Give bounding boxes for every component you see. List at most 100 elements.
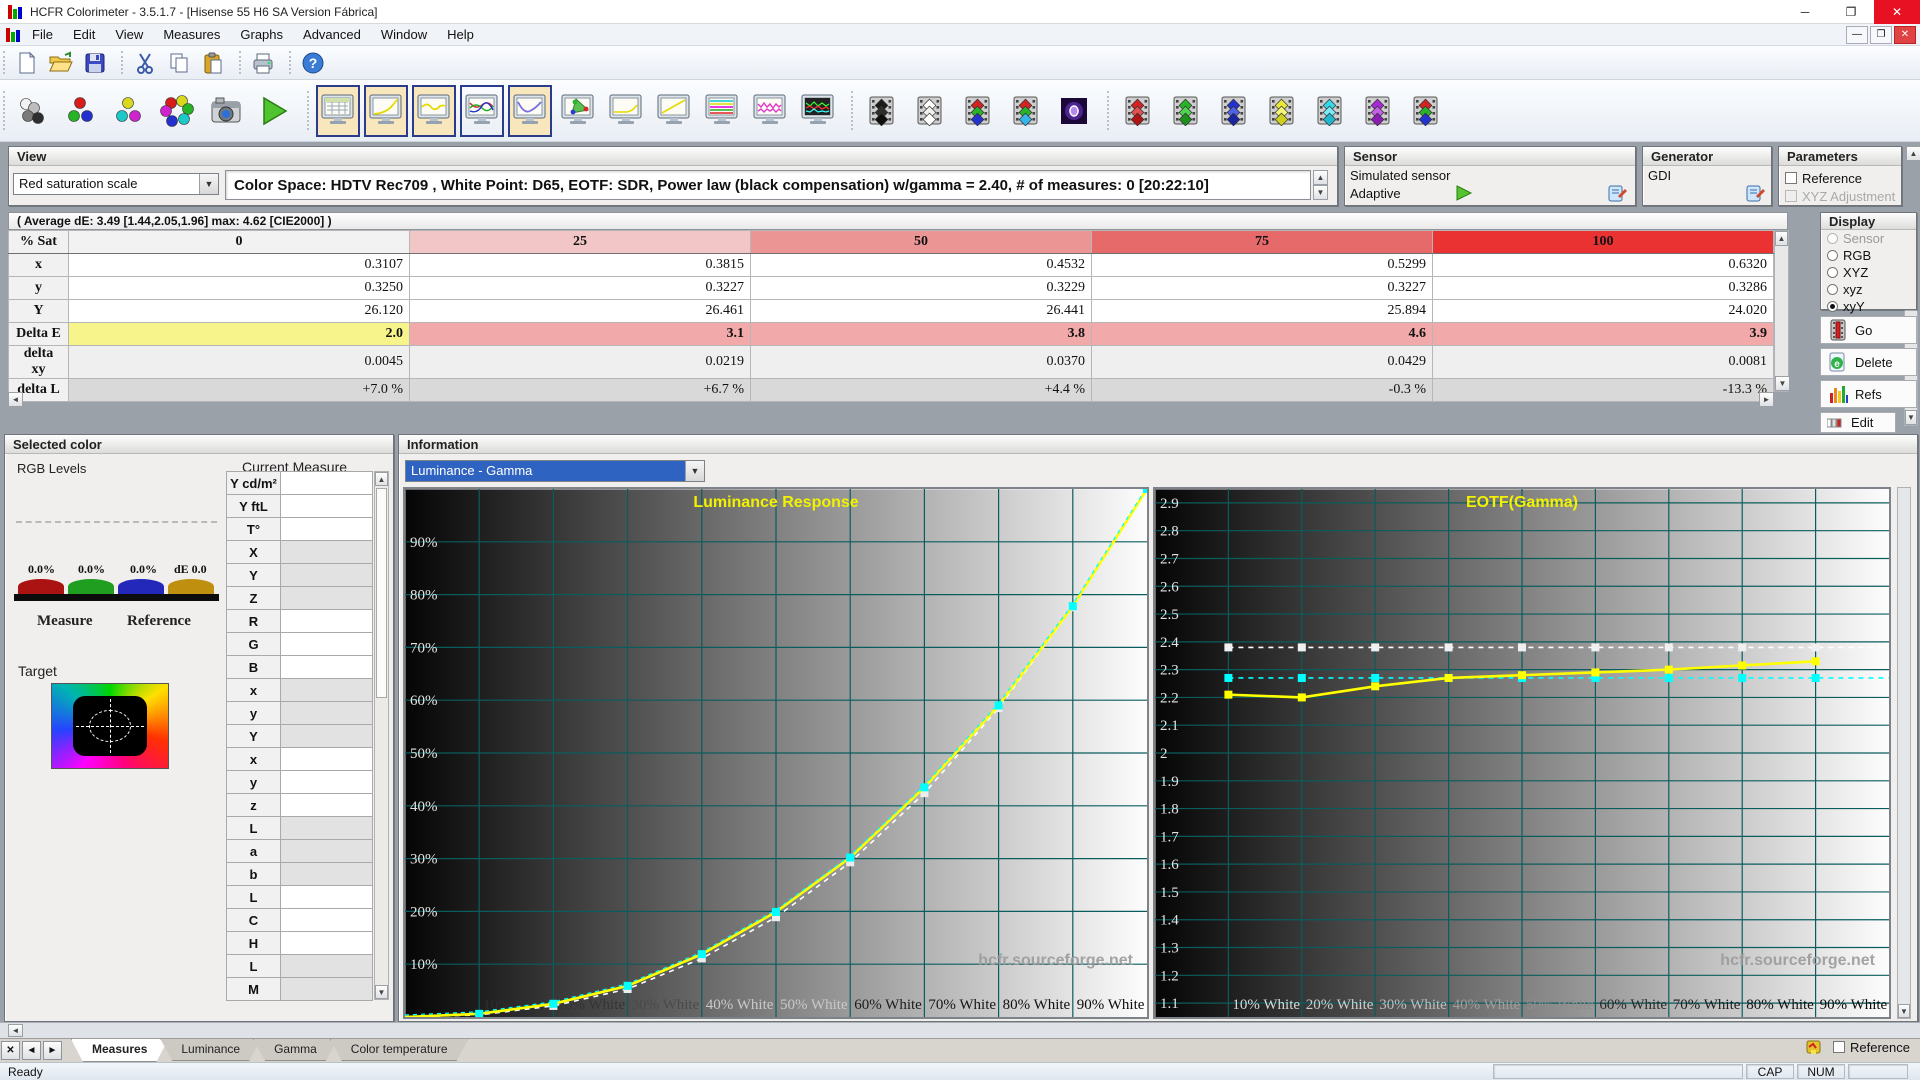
- pattern-blue-button[interactable]: [1212, 85, 1256, 137]
- menu-help[interactable]: Help: [437, 25, 484, 44]
- cell-delta-l-0[interactable]: +7.0 %: [68, 378, 410, 402]
- cell-delta-l-75[interactable]: -0.3 %: [1091, 378, 1433, 402]
- pattern-white-button[interactable]: [908, 85, 952, 137]
- next-tab-button[interactable]: ►: [43, 1041, 62, 1060]
- cell-delta-e-50[interactable]: 3.8: [750, 322, 1092, 346]
- open-file-button[interactable]: [46, 49, 76, 77]
- pane-scroll-down-icon[interactable]: ▼: [1905, 410, 1917, 425]
- hscroll-left-button[interactable]: ◄: [8, 1024, 23, 1037]
- cell-y-100[interactable]: 24.020: [1432, 299, 1774, 323]
- display-option-xyy[interactable]: xyY: [1821, 298, 1916, 315]
- cell-delta-e-0[interactable]: 2.0: [68, 322, 410, 346]
- sensor-run-icon[interactable]: [1455, 185, 1473, 201]
- tab-luminance[interactable]: Luminance: [160, 1039, 261, 1061]
- menu-window[interactable]: Window: [371, 25, 437, 44]
- menu-graphs[interactable]: Graphs: [230, 25, 293, 44]
- view-noise-histogram-button[interactable]: [748, 85, 792, 137]
- maximize-button[interactable]: ❐: [1828, 0, 1874, 24]
- menu-advanced[interactable]: Advanced: [293, 25, 371, 44]
- display-option-xyz[interactable]: xyz: [1821, 281, 1916, 298]
- cell-y-75[interactable]: 25.894: [1091, 299, 1433, 323]
- information-view-selector[interactable]: Luminance - Gamma ▼: [405, 460, 705, 482]
- cm-scroll-thumb[interactable]: [376, 488, 387, 698]
- menu-view[interactable]: View: [105, 25, 153, 44]
- menu-measures[interactable]: Measures: [153, 25, 230, 44]
- cell-x-0[interactable]: 0.3107: [68, 253, 410, 277]
- mdi-restore-button[interactable]: ❐: [1870, 25, 1892, 44]
- display-option-xyz[interactable]: XYZ: [1821, 264, 1916, 281]
- information-scrollbar[interactable]: ▼: [1897, 487, 1911, 1019]
- cell-y-25[interactable]: 0.3227: [409, 276, 751, 300]
- information-scroll-down-icon[interactable]: ▼: [1898, 1004, 1910, 1018]
- pattern-yellow-button[interactable]: [1260, 85, 1304, 137]
- menu-edit[interactable]: Edit: [63, 25, 105, 44]
- cell-delta-xy-100[interactable]: 0.0081: [1432, 345, 1774, 379]
- table-scroll-up-icon[interactable]: ▲: [1775, 231, 1788, 246]
- pattern-saturation-button[interactable]: [1404, 85, 1448, 137]
- cell-delta-e-100[interactable]: 3.9: [1432, 322, 1774, 346]
- cut-button[interactable]: [130, 49, 160, 77]
- tab-color-temperature[interactable]: Color temperature: [330, 1039, 469, 1061]
- tab-gamma[interactable]: Gamma: [253, 1039, 338, 1061]
- pattern-contrast-button[interactable]: [1052, 85, 1096, 137]
- cell-x-100[interactable]: 0.6320: [1432, 253, 1774, 277]
- cell-delta-l-25[interactable]: +6.7 %: [409, 378, 751, 402]
- pattern-cyan-button[interactable]: [1308, 85, 1352, 137]
- cell-x-25[interactable]: 0.3815: [409, 253, 751, 277]
- view-cie-diagram-button[interactable]: [556, 85, 600, 137]
- sat-75-header[interactable]: 75: [1091, 230, 1433, 254]
- cell-delta-e-75[interactable]: 4.6: [1091, 322, 1433, 346]
- current-measure-scrollbar[interactable]: ▲ ▼: [374, 471, 389, 1000]
- cell-y-75[interactable]: 0.3227: [1091, 276, 1433, 300]
- cell-y-0[interactable]: 0.3250: [68, 276, 410, 300]
- sat-column-header[interactable]: % Sat: [8, 230, 69, 254]
- radio-icon[interactable]: [1827, 233, 1838, 244]
- save-file-button[interactable]: [80, 49, 110, 77]
- cell-y-0[interactable]: 26.120: [68, 299, 410, 323]
- table-scroll-down-icon[interactable]: ▼: [1775, 376, 1790, 391]
- cell-delta-l-50[interactable]: +4.4 %: [750, 378, 1092, 402]
- view-luminance-response-button[interactable]: [364, 84, 408, 137]
- cell-delta-xy-25[interactable]: 0.0219: [409, 345, 751, 379]
- cell-delta-xy-75[interactable]: 0.0429: [1091, 345, 1433, 379]
- cell-y-25[interactable]: 26.461: [409, 299, 751, 323]
- pattern-rgb-button[interactable]: [956, 85, 1000, 137]
- cell-delta-e-25[interactable]: 3.1: [409, 322, 751, 346]
- close-button[interactable]: ✕: [1874, 0, 1920, 24]
- view-color-histogram-button[interactable]: [700, 85, 744, 137]
- view-spectrum-button[interactable]: [796, 85, 840, 137]
- chevron-down-icon[interactable]: ▼: [685, 461, 704, 481]
- cm-scroll-up-icon[interactable]: ▲: [375, 472, 388, 486]
- measure-grayscale-button[interactable]: [12, 85, 56, 137]
- sat-25-header[interactable]: 25: [409, 230, 751, 254]
- pattern-gradient-button[interactable]: [1004, 85, 1048, 137]
- mdi-close-button[interactable]: ✕: [1894, 25, 1916, 44]
- generator-edit-icon[interactable]: [1745, 183, 1765, 203]
- info-spin-up-button[interactable]: ▲: [1313, 170, 1328, 185]
- cm-scroll-down-icon[interactable]: ▼: [375, 985, 388, 999]
- pattern-red-button[interactable]: [1116, 85, 1160, 137]
- view-eotf-gamma-button[interactable]: [508, 84, 552, 137]
- new-document-button[interactable]: [12, 49, 42, 77]
- chevron-down-icon[interactable]: ▼: [199, 174, 218, 194]
- go-button[interactable]: Go: [1820, 316, 1917, 344]
- refs-button[interactable]: Refs: [1820, 380, 1917, 408]
- view-gamma-curve-button[interactable]: [412, 84, 456, 137]
- close-tab-button[interactable]: ✕: [1, 1041, 20, 1060]
- table-scroll-left-button[interactable]: ◄: [8, 392, 23, 407]
- cell-x-75[interactable]: 0.5299: [1091, 253, 1433, 277]
- cell-y-50[interactable]: 26.441: [750, 299, 1092, 323]
- capture-snapshot-button[interactable]: [204, 85, 248, 137]
- scroll-up-button[interactable]: ▲: [1906, 146, 1920, 161]
- radio-icon[interactable]: [1827, 284, 1838, 295]
- table-vertical-scrollbar[interactable]: ▲ ▼: [1774, 230, 1790, 392]
- checkbox-icon[interactable]: [1785, 172, 1797, 184]
- sat-0-header[interactable]: 0: [68, 230, 410, 254]
- radio-icon[interactable]: [1827, 301, 1838, 312]
- print-button[interactable]: [248, 49, 278, 77]
- run-measures-button[interactable]: [252, 85, 296, 137]
- cell-delta-xy-0[interactable]: 0.0045: [68, 345, 410, 379]
- copy-button[interactable]: [164, 49, 194, 77]
- view-measure-grid-button[interactable]: [316, 84, 360, 137]
- parameter-reference[interactable]: Reference: [1785, 169, 1895, 187]
